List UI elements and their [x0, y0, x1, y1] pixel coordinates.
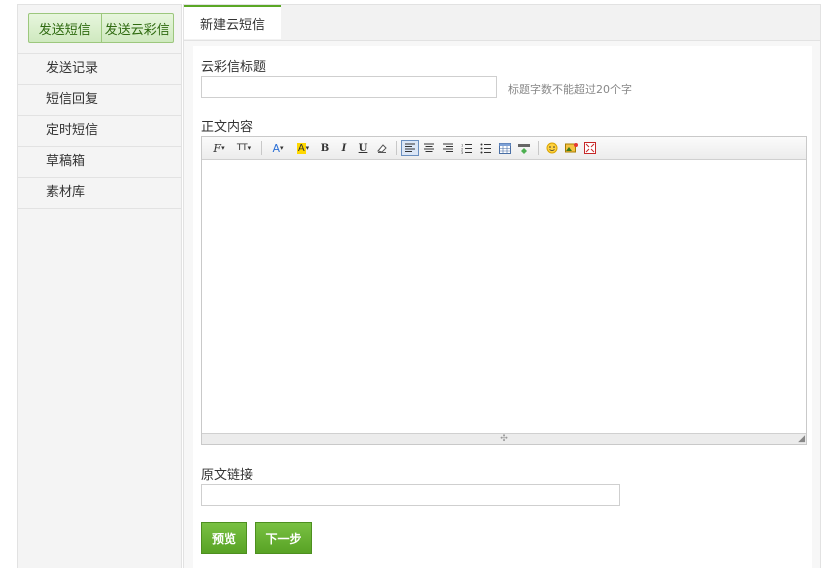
sidebar-item-material-library[interactable]: 素材库 — [18, 178, 181, 209]
next-step-button[interactable]: 下一步 — [255, 522, 312, 554]
bold-button[interactable]: B — [316, 140, 334, 156]
send-type-buttons: 发送短信 发送云彩信 — [28, 13, 174, 43]
align-center-icon[interactable] — [420, 140, 438, 156]
main-area: 新建云短信 云彩信标题 标题字数不能超过20个字 正文内容 F ▾ TT ▾ A ▾ … — [183, 4, 821, 569]
resize-handle-icon: ✣ — [500, 434, 508, 444]
font-size-button[interactable]: TT ▾ — [232, 140, 256, 156]
table-icon[interactable] — [496, 140, 514, 156]
sidebar-item-sms-replies[interactable]: 短信回复 — [18, 85, 181, 116]
form-panel: 云彩信标题 标题字数不能超过20个字 正文内容 F ▾ TT ▾ A ▾ A ▾ B I… — [193, 46, 812, 569]
link-label: 原文链接 — [201, 468, 254, 483]
editor-toolbar: F ▾ TT ▾ A ▾ A ▾ B I U 1 2 3 — [202, 137, 806, 160]
emoticon-icon[interactable] — [543, 140, 561, 156]
send-sms-button[interactable]: 发送短信 — [29, 14, 101, 42]
preview-button[interactable]: 预览 — [201, 522, 247, 554]
sidebar-menu: 发送记录 短信回复 定时短信 草稿箱 素材库 — [18, 53, 181, 209]
toolbar-separator — [538, 141, 539, 155]
align-right-icon[interactable] — [439, 140, 457, 156]
rich-text-editor: F ▾ TT ▾ A ▾ A ▾ B I U 1 2 3 ✣ ◢ — [201, 136, 807, 445]
underline-button[interactable]: U — [354, 140, 372, 156]
fullscreen-icon[interactable] — [581, 140, 599, 156]
font-color-button[interactable]: A ▾ — [266, 140, 290, 156]
original-link-input[interactable] — [201, 484, 620, 506]
toolbar-separator — [396, 141, 397, 155]
resize-corner-icon[interactable]: ◢ — [798, 434, 805, 444]
sidebar-item-scheduled-sms[interactable]: 定时短信 — [18, 116, 181, 147]
font-family-button[interactable]: F ▾ — [207, 140, 231, 156]
content-label: 正文内容 — [201, 120, 254, 135]
sidebar: 发送短信 发送云彩信 发送记录 短信回复 定时短信 草稿箱 素材库 — [17, 4, 182, 568]
sidebar-item-send-records[interactable]: 发送记录 — [18, 53, 181, 85]
highlight-color-button[interactable]: A ▾ — [291, 140, 315, 156]
toolbar-separator — [261, 141, 262, 155]
eraser-icon[interactable] — [373, 140, 391, 156]
sidebar-item-drafts[interactable]: 草稿箱 — [18, 147, 181, 178]
italic-button[interactable]: I — [335, 140, 353, 156]
editor-resize-bar[interactable]: ✣ — [202, 433, 806, 444]
title-label: 云彩信标题 — [201, 60, 267, 75]
title-hint: 标题字数不能超过20个字 — [508, 83, 632, 96]
send-cloud-mms-button[interactable]: 发送云彩信 — [100, 14, 174, 42]
align-left-icon[interactable] — [401, 140, 419, 156]
insert-line-icon[interactable] — [515, 140, 533, 156]
insert-image-icon[interactable] — [562, 140, 580, 156]
tab-new-cloud-sms[interactable]: 新建云短信 — [184, 5, 281, 39]
title-input[interactable] — [201, 76, 497, 98]
tab-bar: 新建云短信 — [184, 5, 820, 41]
ordered-list-icon[interactable]: 123 — [458, 140, 476, 156]
unordered-list-icon[interactable] — [477, 140, 495, 156]
editor-content-area[interactable] — [202, 160, 806, 437]
svg-text:3: 3 — [461, 151, 463, 154]
